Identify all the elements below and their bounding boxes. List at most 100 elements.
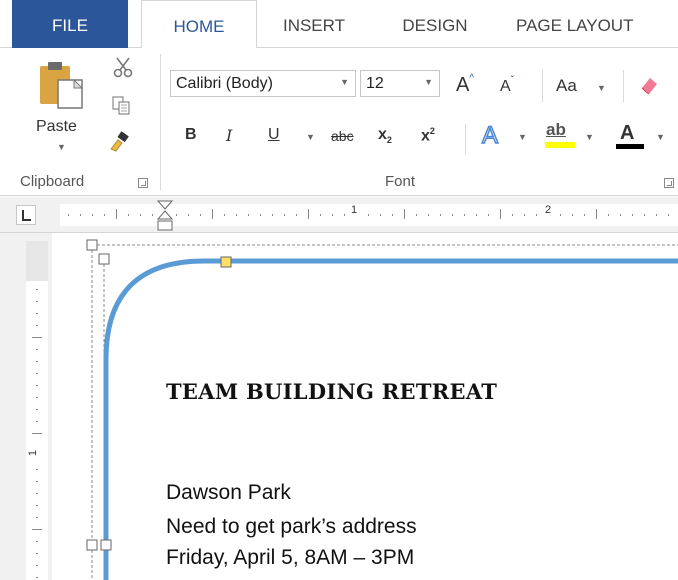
chevron-down-icon[interactable]: ▼ xyxy=(656,132,665,142)
ruler-tick xyxy=(464,214,465,216)
tab-page-layout[interactable]: PAGE LAYOUT xyxy=(516,0,678,48)
subscript-mark: 2 xyxy=(386,135,392,146)
ruler-tick xyxy=(536,214,537,216)
tab-design[interactable]: DESIGN xyxy=(392,0,478,48)
ruler-tick xyxy=(308,209,309,219)
chevron-down-icon[interactable]: ▼ xyxy=(424,77,433,87)
divider xyxy=(465,124,466,154)
copy-icon[interactable] xyxy=(110,94,132,116)
resize-handle xyxy=(100,539,112,551)
clipboard-group-label: Clipboard xyxy=(20,173,85,190)
group-divider xyxy=(160,54,161,190)
tab-home[interactable]: HOME xyxy=(141,0,257,49)
ruler-tick xyxy=(116,209,117,219)
highlight-button[interactable]: ab xyxy=(546,120,566,140)
ruler-tick xyxy=(500,209,501,219)
adjustment-handle xyxy=(220,256,232,268)
ruler-tick xyxy=(440,214,441,216)
ruler-tick xyxy=(320,214,321,216)
ruler-tick xyxy=(68,214,69,216)
ruler-tick xyxy=(236,214,237,216)
ruler-tick xyxy=(632,214,633,216)
strikethrough-button[interactable]: abc xyxy=(331,128,354,144)
indent-marker-icon[interactable] xyxy=(155,199,175,233)
subscript-x: x xyxy=(378,126,387,143)
chevron-down-icon[interactable]: ▼ xyxy=(597,83,606,93)
resize-handle xyxy=(98,253,110,265)
highlight-color-swatch xyxy=(545,142,575,148)
superscript-mark: 2 xyxy=(429,126,435,136)
font-group-label: Font xyxy=(385,173,416,190)
ruler-tick xyxy=(332,214,333,216)
document-title[interactable]: TEAM BUILDING RETREAT xyxy=(166,379,497,404)
ruler-tick xyxy=(488,214,489,216)
ruler-tick xyxy=(644,214,645,216)
font-color-swatch xyxy=(616,144,644,149)
format-painter-icon[interactable] xyxy=(108,130,130,152)
chevron-down-icon[interactable]: ▼ xyxy=(340,77,349,87)
text-effects-button[interactable]: A xyxy=(481,121,499,150)
ribbon-home: Paste ▼ Clipboard Calibri (Body) ▼ 12 ▼ xyxy=(0,48,678,196)
ruler-tick xyxy=(416,214,417,216)
grow-font-button[interactable]: A^ xyxy=(456,73,474,97)
tab-file[interactable]: FILE xyxy=(12,0,128,48)
ruler-tick xyxy=(428,214,429,216)
ruler-tick xyxy=(668,214,669,216)
font-size-value: 12 xyxy=(366,75,384,92)
chevron-down-icon[interactable]: ▼ xyxy=(306,132,315,142)
font-color-button[interactable]: A xyxy=(620,122,634,145)
ruler-tick xyxy=(188,214,189,216)
ruler-tick xyxy=(584,214,585,216)
ruler-label-1: 1 xyxy=(351,204,358,216)
ruler-tick xyxy=(272,214,273,216)
ruler-tick xyxy=(512,214,513,216)
ruler-tick xyxy=(296,214,297,216)
horizontal-ruler: 1 2 xyxy=(0,197,678,233)
paste-icon[interactable] xyxy=(38,60,84,110)
tab-insert[interactable]: INSERT xyxy=(271,0,357,48)
ruler-tick xyxy=(224,214,225,216)
font-size-combo[interactable]: 12 ▼ xyxy=(360,70,440,97)
chevron-down-icon[interactable]: ▼ xyxy=(585,132,594,142)
paste-button[interactable]: Paste xyxy=(36,118,77,136)
document-line[interactable]: Dawson Park xyxy=(166,481,291,505)
clipboard-dialog-launcher[interactable] xyxy=(138,178,148,188)
ruler-tick xyxy=(104,214,105,216)
paste-dropdown-arrow[interactable]: ▼ xyxy=(57,142,66,152)
chevron-down-icon[interactable]: ▼ xyxy=(518,132,527,142)
ruler-tick xyxy=(200,214,201,216)
underline-button[interactable]: U xyxy=(268,126,280,144)
ruler-tick xyxy=(128,214,129,216)
shrink-font-button[interactable]: Aˇ xyxy=(500,75,514,96)
tab-selector-icon[interactable] xyxy=(16,205,36,225)
superscript-button[interactable]: x2 xyxy=(421,126,435,145)
subscript-button[interactable]: x2 xyxy=(378,126,392,145)
change-case-button[interactable]: Aa xyxy=(556,76,577,96)
font-name-combo[interactable]: Calibri (Body) ▼ xyxy=(170,70,356,97)
ruler-tick xyxy=(344,214,345,216)
ruler-tick xyxy=(392,214,393,216)
clear-formatting-icon[interactable] xyxy=(638,74,660,96)
ruler-tick xyxy=(140,214,141,216)
ruler-tick xyxy=(560,214,561,216)
ruler-tick xyxy=(476,214,477,216)
divider xyxy=(623,70,624,102)
document-line[interactable]: Need to get park’s address xyxy=(166,515,417,539)
ruler-tick xyxy=(248,214,249,216)
bold-button[interactable]: B xyxy=(185,126,197,144)
ruler-tick xyxy=(80,214,81,216)
ruler-tick xyxy=(212,209,213,219)
document-line[interactable]: Friday, April 5, 8AM – 3PM xyxy=(166,546,414,570)
ruler-tick xyxy=(404,209,405,219)
ruler-tick xyxy=(452,214,453,216)
ruler-tick xyxy=(620,214,621,216)
font-dialog-launcher[interactable] xyxy=(664,178,674,188)
ruler-tick xyxy=(656,214,657,216)
ribbon-tab-bar: FILE HOME INSERT DESIGN PAGE LAYOUT xyxy=(0,0,678,49)
ruler-tick xyxy=(368,214,369,216)
italic-button[interactable]: I xyxy=(226,126,232,145)
cut-icon[interactable] xyxy=(112,56,134,78)
ruler-tick xyxy=(596,209,597,219)
document-workspace[interactable]: 1 TEAM BUILDING RETREAT Dawson Park Need… xyxy=(0,233,678,580)
superscript-x: x xyxy=(421,127,430,145)
